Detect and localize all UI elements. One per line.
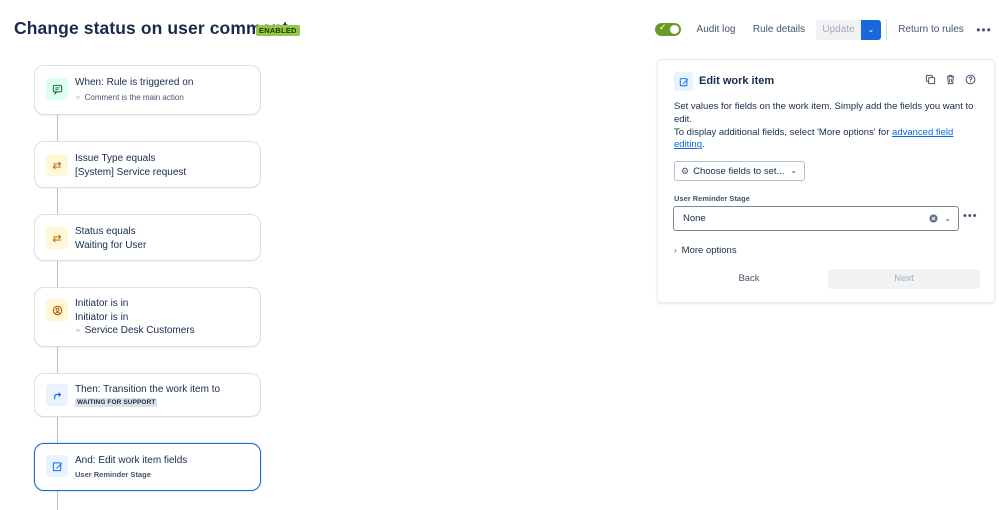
clear-icon[interactable] xyxy=(929,207,938,230)
header-divider xyxy=(886,19,887,40)
field-more-icon[interactable]: ••• xyxy=(963,210,978,222)
check-icon: ✓ xyxy=(659,22,667,32)
action-card-transition[interactable]: Then: Transition the work item to WAITIN… xyxy=(34,373,261,417)
choose-fields-label: Choose fields to set... xyxy=(693,166,785,177)
page-title: Change status on user comment xyxy=(14,18,289,38)
comment-icon xyxy=(46,78,68,100)
more-options-toggle[interactable]: › More options xyxy=(674,245,737,256)
gear-icon: ⚙ xyxy=(681,166,690,176)
edit-icon xyxy=(674,72,693,91)
action-title: And: Edit work item fields xyxy=(75,455,188,466)
condition-icon: ⇄ xyxy=(46,154,68,176)
field-label: User Reminder Stage xyxy=(674,194,750,203)
select-value: None xyxy=(683,213,706,224)
audit-log-button[interactable]: Audit log xyxy=(690,20,742,40)
copy-icon[interactable] xyxy=(923,74,937,88)
next-button[interactable]: Next xyxy=(828,269,980,289)
description-suffix: . xyxy=(702,139,705,151)
back-button[interactable]: Back xyxy=(674,269,824,289)
edit-work-item-panel: Edit work item Set values for fields on … xyxy=(657,59,995,303)
toggle-knob xyxy=(670,25,679,34)
trigger-detail: Comment is the main action xyxy=(75,93,184,102)
condition-card-issue-type[interactable]: ⇄ Issue Type equals [System] Service req… xyxy=(34,141,261,188)
user-reminder-stage-select[interactable]: None ⌄ xyxy=(673,206,959,231)
rule-details-button[interactable]: Rule details xyxy=(749,20,809,40)
trigger-title: When: Rule is triggered on xyxy=(75,77,194,88)
condition-card-initiator[interactable]: Initiator is in Initiator is in Service … xyxy=(34,287,261,347)
panel-description: Set values for fields on the work item. … xyxy=(674,101,984,152)
edit-icon xyxy=(46,455,68,477)
condition-value: Service Desk Customers xyxy=(75,325,195,336)
chevron-down-icon: ⌄ xyxy=(867,25,875,34)
action-title: Then: Transition the work item to xyxy=(75,384,221,395)
rule-enabled-toggle[interactable]: ✓ xyxy=(655,22,681,36)
description-line-2: To display additional fields, select 'Mo… xyxy=(674,126,893,138)
transition-icon xyxy=(46,384,68,406)
status-badge: ENABLED xyxy=(256,25,300,36)
action-field: User Reminder Stage xyxy=(75,470,151,479)
chevron-right-icon: › xyxy=(674,246,677,255)
update-dropdown-button[interactable]: ⌄ xyxy=(861,20,881,40)
help-icon[interactable] xyxy=(963,74,977,88)
condition-subtitle: Initiator is in xyxy=(75,312,129,323)
choose-fields-dropdown[interactable]: ⚙ Choose fields to set... ⌄ xyxy=(674,161,805,181)
more-actions-button[interactable]: ••• xyxy=(974,20,994,40)
action-card-edit-fields[interactable]: And: Edit work item fields User Reminder… xyxy=(34,443,261,491)
chevron-down-icon: ⌄ xyxy=(944,214,951,223)
chevron-down-icon: ⌄ xyxy=(790,166,797,175)
update-button[interactable]: Update xyxy=(816,20,861,40)
condition-icon: ⇄ xyxy=(46,227,68,249)
condition-title: Issue Type equals xyxy=(75,153,156,164)
condition-card-status[interactable]: ⇄ Status equals Waiting for User xyxy=(34,214,261,261)
user-condition-icon xyxy=(46,299,68,321)
status-lozenge: WAITING FOR SUPPORT xyxy=(75,398,158,407)
return-to-rules-button[interactable]: Return to rules xyxy=(895,20,967,40)
condition-title: Status equals xyxy=(75,226,136,237)
trigger-card[interactable]: When: Rule is triggered on Comment is th… xyxy=(34,65,261,115)
more-options-label: More options xyxy=(681,245,737,256)
delete-icon[interactable] xyxy=(943,74,957,88)
condition-value: [System] Service request xyxy=(75,167,187,178)
condition-title: Initiator is in xyxy=(75,298,129,309)
condition-value: Waiting for User xyxy=(75,240,147,251)
more-icon: ••• xyxy=(976,23,992,37)
panel-title: Edit work item xyxy=(699,75,775,87)
description-line-1: Set values for fields on the work item. … xyxy=(674,101,974,125)
